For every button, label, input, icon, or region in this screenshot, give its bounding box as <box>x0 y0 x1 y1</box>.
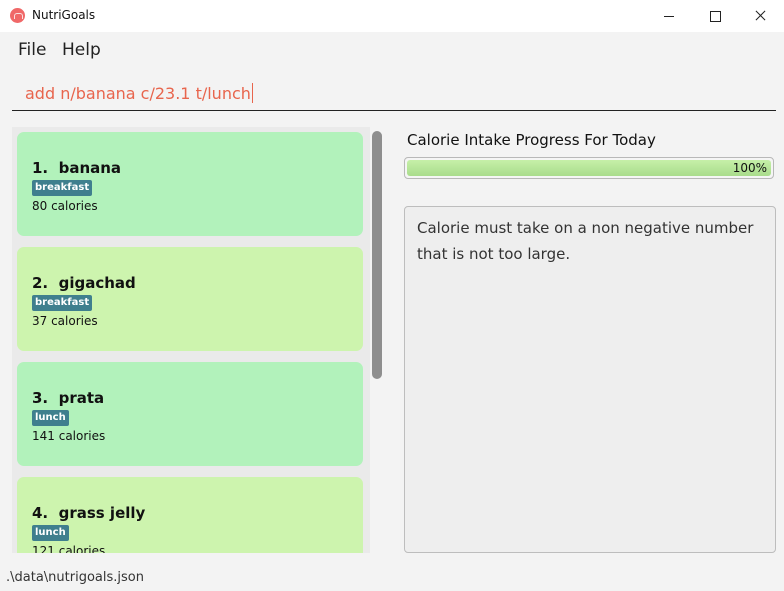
progress-title: Calorie Intake Progress For Today <box>407 131 656 149</box>
command-input[interactable]: add n/banana c/23.1 t/lunch <box>12 74 776 111</box>
food-title: 2. gigachad <box>32 274 136 292</box>
food-name: grass jelly <box>58 504 146 522</box>
progress-label: 100% <box>732 161 767 175</box>
window-title: NutriGoals <box>32 8 96 22</box>
app-icon <box>10 8 25 23</box>
food-tag: lunch <box>32 525 69 541</box>
food-title: 4. grass jelly <box>32 504 145 522</box>
food-calories: 121 calories <box>32 544 106 553</box>
food-calories: 80 calories <box>32 199 98 213</box>
result-display: Calorie must take on a non negative numb… <box>404 206 776 553</box>
food-card[interactable]: 4. grass jelly lunch 121 calories <box>17 477 363 553</box>
food-index: 4. <box>32 504 49 522</box>
maximize-icon[interactable] <box>692 0 738 32</box>
menu-file[interactable]: File <box>18 40 46 60</box>
calorie-progress-bar: 100% <box>404 157 774 179</box>
menu-bar: File Help <box>0 32 784 68</box>
status-file-path: .\data\nutrigoals.json <box>6 570 144 585</box>
food-index: 3. <box>32 389 49 407</box>
food-index: 1. <box>32 159 49 177</box>
list-scrollbar[interactable] <box>372 131 382 379</box>
food-list[interactable]: 1. banana breakfast 80 calories 2. gigac… <box>12 127 370 553</box>
food-tag: breakfast <box>32 295 93 311</box>
food-calories: 141 calories <box>32 429 106 443</box>
result-message: Calorie must take on a non negative numb… <box>417 219 754 263</box>
menu-help[interactable]: Help <box>62 40 101 60</box>
food-tag: lunch <box>32 410 69 426</box>
food-tag: breakfast <box>32 180 93 196</box>
food-title: 3. prata <box>32 389 104 407</box>
food-card[interactable]: 2. gigachad breakfast 37 calories <box>17 247 363 351</box>
food-calories: 37 calories <box>32 314 98 328</box>
food-card[interactable]: 1. banana breakfast 80 calories <box>17 132 363 236</box>
food-card[interactable]: 3. prata lunch 141 calories <box>17 362 363 466</box>
title-bar: NutriGoals <box>0 0 784 32</box>
food-index: 2. <box>32 274 49 292</box>
food-title: 1. banana <box>32 159 121 177</box>
food-name: prata <box>58 389 105 407</box>
progress-fill <box>407 160 771 176</box>
command-text: add n/banana c/23.1 t/lunch <box>25 84 251 103</box>
food-name: gigachad <box>58 274 136 292</box>
close-icon[interactable] <box>738 0 784 32</box>
food-name: banana <box>58 159 122 177</box>
minimize-icon[interactable] <box>646 0 692 32</box>
